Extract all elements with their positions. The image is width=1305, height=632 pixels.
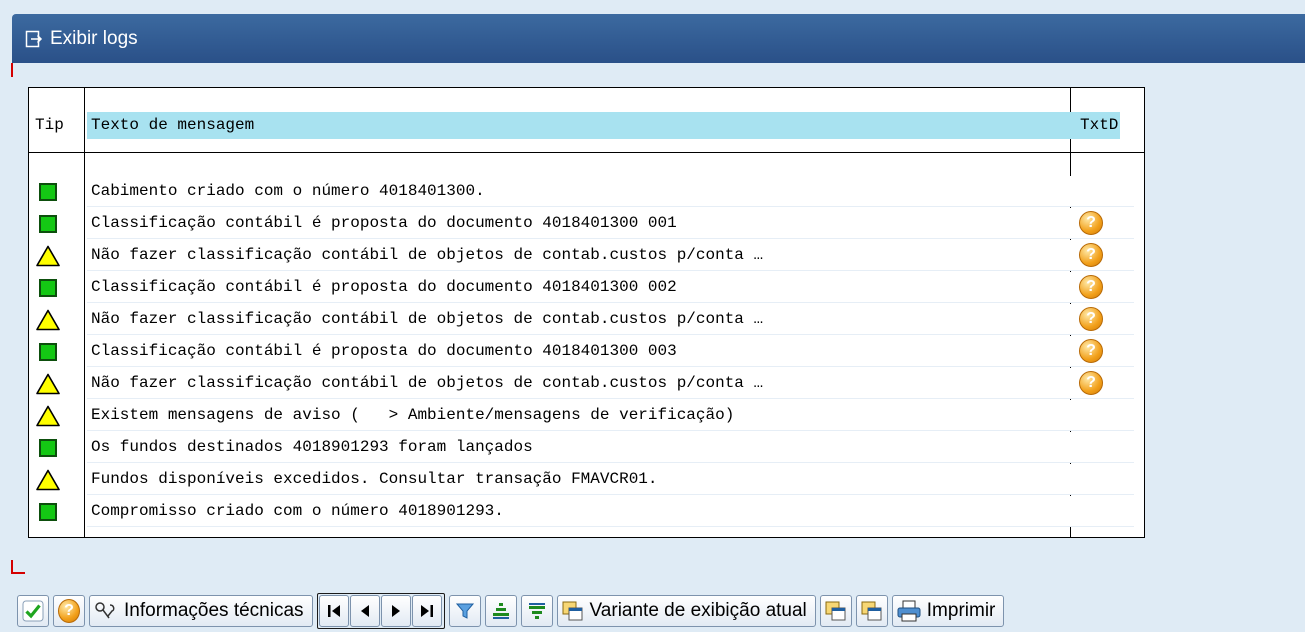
checkmark-icon	[22, 600, 44, 622]
message-text: Classificação contábil é proposta do doc…	[87, 208, 1121, 239]
printer-icon	[897, 600, 921, 622]
tools-icon	[95, 602, 115, 619]
green-square-icon	[35, 499, 61, 525]
save-layout-button[interactable]	[855, 595, 888, 627]
technical-info-label: Informações técnicas	[124, 600, 304, 621]
table-row[interactable]: Fundos disponíveis excedidos. Consultar …	[29, 464, 1144, 496]
table-row[interactable]: Classificação contábil é proposta do doc…	[29, 208, 1144, 240]
long-text-cell[interactable]: ?	[1076, 368, 1134, 399]
print-label: Imprimir	[926, 600, 996, 621]
long-text-cell	[1076, 400, 1134, 431]
navigation-group	[316, 593, 445, 629]
warning-triangle-icon	[35, 371, 61, 397]
table-row[interactable]: Os fundos destinados 4018901293 foram la…	[29, 432, 1144, 464]
long-text-cell[interactable]: ?	[1076, 240, 1134, 271]
sort-ascending-icon	[492, 603, 509, 619]
title-bar: Exibir logs	[12, 14, 1305, 63]
print-button[interactable]: Imprimir	[891, 595, 1005, 627]
help-button[interactable]: ?	[53, 595, 85, 627]
long-text-cell[interactable]: ?	[1076, 336, 1134, 367]
column-header-text[interactable]: Texto de mensagem	[87, 112, 1120, 139]
corner-marker-bottom-h	[11, 572, 25, 574]
log-table: Tip Texto de mensagem TxtD Cabimento cri…	[28, 87, 1145, 538]
table-row[interactable]: Classificação contábil é proposta do doc…	[29, 336, 1144, 368]
window-title: Exibir logs	[50, 27, 138, 49]
question-icon[interactable]: ?	[1079, 339, 1103, 363]
table-row[interactable]: Classificação contábil é proposta do doc…	[29, 272, 1144, 304]
long-text-cell	[1076, 432, 1134, 463]
column-header-tip[interactable]: Tip	[31, 112, 85, 139]
filter-icon	[455, 603, 474, 619]
message-text: Não fazer classificação contábil de obje…	[87, 240, 1121, 271]
warning-triangle-icon	[35, 403, 61, 429]
message-text: Classificação contábil é proposta do doc…	[87, 272, 1121, 303]
question-icon[interactable]: ?	[1079, 275, 1103, 299]
sort-ascending-button[interactable]	[484, 595, 517, 627]
message-text: Compromisso criado com o número 40189012…	[87, 496, 1121, 527]
message-text: Existem mensagens de aviso ( > Ambiente/…	[87, 400, 1121, 431]
question-icon[interactable]: ?	[1079, 243, 1103, 267]
corner-marker-top	[11, 63, 13, 77]
filter-button[interactable]	[448, 595, 481, 627]
message-text: Não fazer classificação contábil de obje…	[87, 304, 1121, 335]
technical-info-button[interactable]: Informações técnicas	[89, 595, 313, 627]
column-header-txtd[interactable]: TxtD	[1075, 112, 1144, 139]
first-page-icon	[327, 605, 340, 617]
question-icon[interactable]: ?	[1079, 371, 1103, 395]
message-text: Cabimento criado com o número 4018401300…	[87, 176, 1121, 207]
green-square-icon	[35, 339, 61, 365]
table-row[interactable]: Cabimento criado com o número 4018401300…	[29, 176, 1144, 208]
bottom-toolbar: ? Informações técnicas Variante de exibi…	[0, 590, 1305, 632]
export-icon	[24, 29, 44, 49]
table-row[interactable]: Não fazer classificação contábil de obje…	[29, 304, 1144, 336]
green-square-icon	[35, 435, 61, 461]
long-text-cell	[1076, 496, 1134, 527]
sort-descending-button[interactable]	[520, 595, 553, 627]
table-row[interactable]: Não fazer classificação contábil de obje…	[29, 368, 1144, 400]
current-layout-label: Variante de exibição atual	[589, 600, 807, 621]
message-text: Fundos disponíveis excedidos. Consultar …	[87, 464, 1121, 495]
last-page-icon	[420, 605, 433, 617]
question-icon[interactable]: ?	[1079, 307, 1103, 331]
warning-triangle-icon	[35, 307, 61, 333]
choose-layout-button[interactable]	[819, 595, 852, 627]
warning-triangle-icon	[35, 243, 61, 269]
green-square-icon	[35, 179, 61, 205]
table-row[interactable]: Compromisso criado com o número 40189012…	[29, 496, 1144, 528]
message-text: Não fazer classificação contábil de obje…	[87, 368, 1121, 399]
first-page-button[interactable]	[318, 595, 349, 627]
long-text-cell[interactable]: ?	[1076, 272, 1134, 303]
green-square-icon	[35, 211, 61, 237]
question-icon[interactable]: ?	[1079, 211, 1103, 235]
previous-page-icon	[360, 605, 369, 617]
message-text: Classificação contábil é proposta do doc…	[87, 336, 1121, 367]
long-text-cell	[1076, 176, 1134, 207]
header-separator	[29, 152, 1144, 153]
message-text: Os fundos destinados 4018901293 foram la…	[87, 432, 1121, 463]
save-layout-icon	[861, 601, 882, 621]
next-page-button[interactable]	[380, 595, 411, 627]
table-body: Cabimento criado com o número 4018401300…	[29, 176, 1144, 528]
current-layout-button[interactable]: Variante de exibição atual	[556, 595, 816, 627]
table-row[interactable]: Existem mensagens de aviso ( > Ambiente/…	[29, 400, 1144, 432]
last-page-button[interactable]	[411, 595, 442, 627]
green-square-icon	[35, 275, 61, 301]
table-row[interactable]: Não fazer classificação contábil de obje…	[29, 240, 1144, 272]
warning-triangle-icon	[35, 467, 61, 493]
long-text-cell[interactable]: ?	[1076, 208, 1134, 239]
long-text-cell	[1076, 464, 1134, 495]
continue-button[interactable]	[17, 595, 49, 627]
long-text-cell[interactable]: ?	[1076, 304, 1134, 335]
previous-page-button[interactable]	[349, 595, 380, 627]
next-page-icon	[391, 605, 400, 617]
layout-icon	[562, 601, 583, 621]
sort-descending-icon	[528, 603, 545, 619]
choose-layout-icon	[825, 601, 846, 621]
question-icon: ?	[58, 599, 80, 623]
